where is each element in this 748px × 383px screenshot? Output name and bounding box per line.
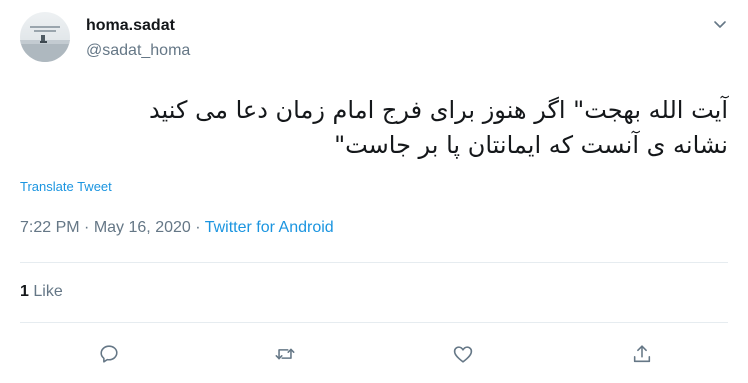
tweet-source-link[interactable]: Twitter for Android bbox=[205, 219, 334, 236]
divider bbox=[20, 322, 728, 323]
display-name[interactable]: homa.sadat bbox=[86, 16, 190, 36]
tweet-card: homa.sadat @sadat_homa آیت الله بهجت" اگ… bbox=[0, 0, 748, 383]
heart-icon bbox=[453, 346, 473, 363]
likes-label: Like bbox=[33, 283, 63, 300]
retweet-button[interactable] bbox=[273, 342, 297, 366]
meta-separator: · bbox=[195, 219, 201, 236]
avatar-image bbox=[20, 26, 70, 62]
reply-button[interactable] bbox=[97, 342, 121, 366]
avatar[interactable] bbox=[20, 12, 70, 62]
user-handle[interactable]: @sadat_homa bbox=[86, 41, 190, 61]
likes-stat[interactable]: 1 Like bbox=[20, 282, 63, 302]
share-button[interactable] bbox=[630, 342, 654, 366]
translate-tweet-link[interactable]: Translate Tweet bbox=[20, 179, 112, 194]
author-info: homa.sadat @sadat_homa bbox=[86, 16, 190, 61]
tweet-text: آیت الله بهجت" اگر هنوز برای فرج امام زم… bbox=[20, 93, 728, 163]
retweet-icon bbox=[275, 348, 295, 360]
reply-icon bbox=[100, 345, 118, 363]
likes-count: 1 bbox=[20, 283, 29, 300]
chevron-down-icon[interactable] bbox=[712, 16, 728, 32]
tweet-text-line: نشانه ی آنست که ایمانتان پا بر جاست" bbox=[334, 131, 728, 159]
divider bbox=[20, 262, 728, 263]
tweet-time[interactable]: 7:22 PM bbox=[20, 219, 80, 236]
tweet-meta: 7:22 PM · May 16, 2020 · Twitter for And… bbox=[20, 218, 334, 238]
meta-separator: · bbox=[84, 219, 90, 236]
tweet-actions bbox=[0, 342, 748, 366]
share-icon bbox=[633, 345, 651, 363]
tweet-date[interactable]: May 16, 2020 bbox=[94, 219, 191, 236]
tweet-text-line: آیت الله بهجت" اگر هنوز برای فرج امام زم… bbox=[148, 96, 728, 124]
like-button[interactable] bbox=[451, 342, 475, 366]
